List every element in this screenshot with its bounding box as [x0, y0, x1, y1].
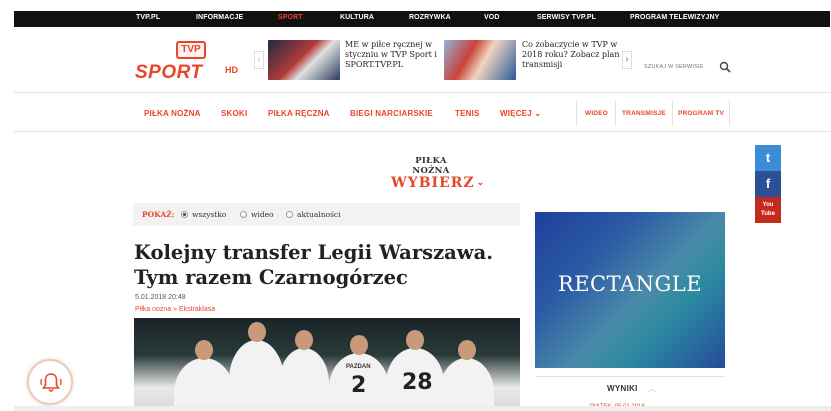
article-headline[interactable]: Kolejny transfer Legii Warszawa. Tym raz…	[134, 240, 524, 290]
site-header: TVP SPORT HD ‹ ME w piłce ręcznej w styc…	[14, 27, 830, 93]
youtube-text: You	[762, 202, 774, 208]
promo-text-1[interactable]: ME w piłce ręcznej w styczniu w TVP Spor…	[345, 40, 445, 70]
topbar-item-program-telewizyjny[interactable]: PROGRAM TELEWIZYJNY	[630, 14, 719, 21]
notification-bell-button[interactable]	[27, 359, 73, 405]
topbar-item-tvp[interactable]: TVP.PL	[136, 14, 160, 21]
nav-item-pilka-nozna[interactable]: PIŁKA NOŻNA	[144, 109, 201, 118]
twitter-icon[interactable]: t	[755, 145, 781, 171]
nav-wiecej-label: WIĘCEJ	[500, 109, 532, 118]
search-icon[interactable]	[719, 61, 731, 73]
social-links: t f You Tube	[755, 145, 781, 223]
category-select-label: WYBIERZ	[391, 175, 475, 191]
filter-option-aktualnosci[interactable]: aktualności	[286, 210, 341, 219]
article-image[interactable]: PAZDAN 2 28	[134, 318, 520, 411]
nav-item-pilka-reczna[interactable]: PIŁKA RĘCZNA	[268, 109, 330, 118]
nav-divider	[672, 100, 673, 126]
nav-divider	[576, 100, 577, 126]
filter-option-wideo[interactable]: wideo	[240, 210, 274, 219]
results-title: WYNIKI	[607, 384, 638, 393]
chevron-up-icon: ︿	[648, 384, 657, 393]
radio-icon[interactable]	[240, 211, 247, 218]
radio-selected-icon[interactable]	[181, 211, 188, 218]
nav-item-skoki[interactable]: SKOKI	[221, 109, 247, 118]
bell-icon	[40, 373, 62, 392]
player-figure	[174, 340, 234, 411]
sport-category-nav: PIŁKA NOŻNA SKOKI PIŁKA RĘCZNA BIEGI NAR…	[14, 94, 830, 132]
content-filter-bar: POKAŻ: wszystko wideo aktualności	[133, 203, 520, 226]
ad-rectangle-label: RECTANGLE	[557, 272, 703, 296]
nav-item-transmisje[interactable]: TRANSMISJE	[622, 110, 666, 117]
nav-item-wideo[interactable]: WIDEO	[585, 110, 608, 117]
topbar-item-kultura[interactable]: KULTURA	[340, 14, 374, 21]
ad-rectangle[interactable]: RECTANGLE	[535, 212, 725, 368]
category-select-dropdown[interactable]: WYBIERZ ⌄	[391, 175, 485, 191]
topbar-item-serwisy[interactable]: SERWISY TVP.PL	[537, 14, 596, 21]
top-navigation-bar: TVP.PL INFORMACJE SPORT KULTURA ROZRYWKA…	[14, 11, 830, 27]
article-date: 5.01.2018 20:48	[135, 294, 186, 301]
jersey-name: PAZDAN	[346, 364, 371, 370]
search-field[interactable]: SZUKAJ W SERWISIE	[640, 61, 732, 75]
promo-prev-arrow[interactable]: ‹	[254, 51, 264, 69]
topbar-item-rozrywka[interactable]: ROZRYWKA	[409, 14, 451, 21]
nav-divider	[615, 100, 616, 126]
facebook-icon[interactable]: f	[755, 171, 781, 197]
youtube-text: Tube	[761, 211, 775, 217]
chevron-down-icon: ⌄	[476, 178, 486, 188]
filter-option-label: aktualności	[297, 210, 341, 219]
player-figure	[279, 330, 329, 411]
player-figure	[439, 340, 494, 411]
page-bottom-edge	[14, 406, 831, 411]
jersey-number: 2	[351, 373, 367, 398]
nav-item-biegi-narciarskie[interactable]: BIEGI NARCIARSKIE	[350, 109, 433, 118]
promo-next-arrow[interactable]: ›	[622, 51, 632, 69]
filter-option-wszystko[interactable]: wszystko	[181, 210, 226, 219]
player-head	[457, 340, 476, 360]
nav-item-tenis[interactable]: TENIS	[455, 109, 480, 118]
player-head	[195, 340, 213, 360]
nav-item-program-tv[interactable]: PROGRAM TV	[678, 110, 724, 117]
category-label: PIŁKA NOŻNA	[412, 156, 450, 176]
nav-divider	[729, 100, 730, 126]
player-figure	[229, 322, 284, 411]
search-placeholder: SZUKAJ W SERWISIE	[644, 64, 704, 70]
promo-thumbnail-1[interactable]	[268, 40, 340, 80]
logo-tvp-box: TVP	[176, 41, 206, 59]
topbar-item-informacje[interactable]: INFORMACJE	[196, 14, 243, 21]
article-breadcrumb[interactable]: Piłka nożna » Ekstraklasa	[135, 306, 215, 313]
logo-hd-text: HD	[225, 65, 238, 75]
logo-sport-text: SPORT	[135, 62, 203, 83]
results-widget-header[interactable]: WYNIKI ︿	[535, 376, 725, 400]
jersey-number: 28	[402, 370, 433, 395]
player-head	[295, 330, 313, 350]
player-head	[350, 335, 368, 355]
radio-icon[interactable]	[286, 211, 293, 218]
promo-text-2[interactable]: Co zobaczycie w TVP w 2018 roku? Zobacz …	[522, 40, 622, 70]
topbar-item-sport[interactable]: SPORT	[278, 14, 303, 21]
promo-thumbnail-2[interactable]	[444, 40, 516, 80]
chevron-down-icon: ⌄	[534, 109, 542, 118]
filter-option-label: wideo	[251, 210, 274, 219]
player-head	[247, 322, 266, 342]
tvp-sport-logo[interactable]: TVP SPORT HD	[135, 41, 247, 83]
topbar-item-vod[interactable]: VOD	[484, 14, 499, 21]
player-head	[406, 330, 424, 350]
youtube-icon[interactable]: You Tube	[755, 197, 781, 223]
nav-item-wiecej[interactable]: WIĘCEJ ⌄	[500, 109, 541, 118]
filter-label: POKAŻ:	[142, 210, 175, 219]
filter-option-label: wszystko	[192, 210, 227, 219]
